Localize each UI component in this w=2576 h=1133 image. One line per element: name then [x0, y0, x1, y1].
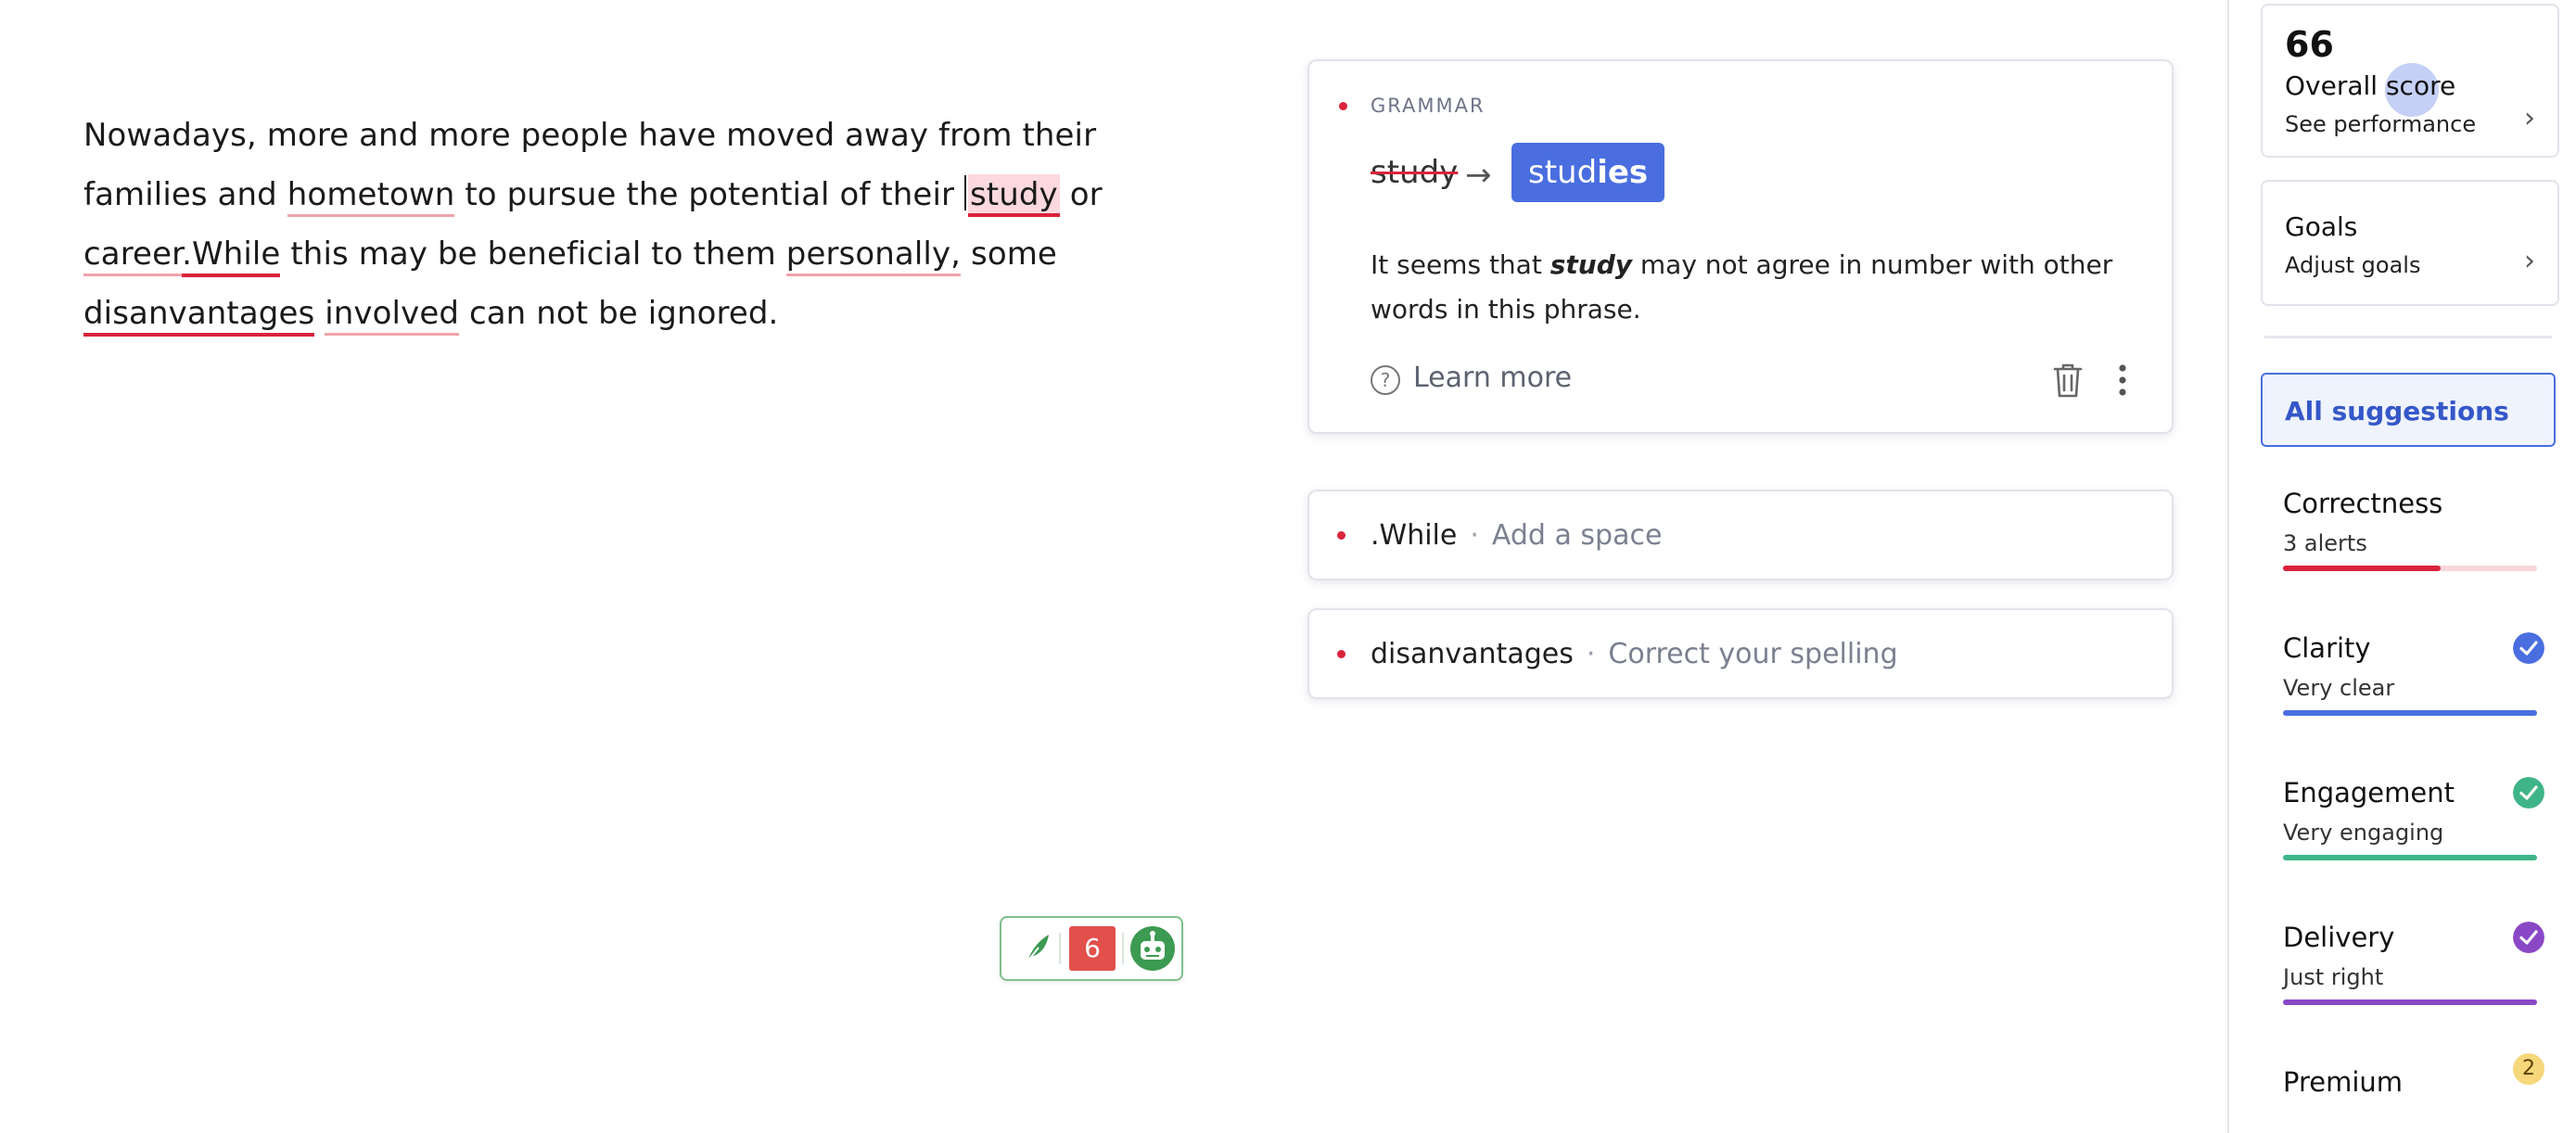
- feather-icon[interactable]: [1022, 931, 1053, 964]
- overall-score-card[interactable]: 66 Overall score See performance ›: [2261, 4, 2559, 158]
- flagged-word[interactable]: study: [967, 174, 1060, 217]
- explanation-term: study: [1549, 249, 1632, 280]
- category-status: 3 alerts: [2283, 530, 2367, 556]
- text-run: or: [1059, 176, 1103, 213]
- category-title: Premium: [2283, 1066, 2404, 1098]
- alert-separator: ·: [1586, 638, 1596, 670]
- category-progress-fill: [2283, 566, 2441, 571]
- alert-card-while[interactable]: .While · Add a space: [1307, 490, 2174, 580]
- overall-score-title: Overall score: [2285, 70, 2456, 101]
- flagged-word[interactable]: disanvantages: [83, 295, 315, 337]
- suggestion-explanation: It seems that study may not agree in num…: [1371, 243, 2149, 332]
- flagged-word[interactable]: hometown: [287, 176, 455, 217]
- alert-dot: [1337, 531, 1345, 540]
- replacement-change: ies: [1597, 154, 1649, 191]
- suggestion-category: GRAMMAR: [1371, 95, 1486, 117]
- assistant-bot-icon[interactable]: [1129, 925, 1176, 972]
- category-status: Very clear: [2283, 675, 2395, 701]
- text-run: this may be beneficial to them: [280, 236, 786, 273]
- assistant-sidebar: 66 Overall score See performance › Goals…: [2227, 0, 2576, 1133]
- trash-icon[interactable]: [2051, 362, 2085, 399]
- goals-card[interactable]: Goals Adjust goals ›: [2261, 180, 2559, 306]
- alert-count-badge[interactable]: 6: [1069, 926, 1116, 971]
- text-run: some: [961, 236, 1057, 273]
- flagged-word[interactable]: career: [83, 236, 183, 276]
- text-run: to pursue the potential of their: [454, 176, 964, 213]
- grammarly-widget[interactable]: 6: [1000, 916, 1183, 981]
- more-vertical-icon[interactable]: [2118, 363, 2127, 397]
- sidebar-divider: [2264, 336, 2552, 338]
- alert-separator: ·: [1470, 519, 1479, 552]
- goals-title: Goals: [2285, 211, 2358, 242]
- all-suggestions-button[interactable]: All suggestions: [2261, 373, 2556, 447]
- alert-word: disanvantages: [1371, 638, 1574, 670]
- check-circle-icon: [2513, 777, 2544, 808]
- alert-dot: [1339, 102, 1347, 110]
- category-title: Clarity: [2283, 632, 2371, 664]
- alert-card-disanvantages[interactable]: disanvantages · Correct your spelling: [1307, 608, 2174, 699]
- flagged-word[interactable]: personally,: [785, 236, 962, 276]
- editor-text[interactable]: Nowadays, more and more people have move…: [83, 106, 1187, 343]
- widget-divider: [1122, 933, 1124, 964]
- category-title: Engagement: [2283, 777, 2455, 808]
- learn-more-link[interactable]: Learn more: [1413, 362, 1572, 394]
- replacement-base: stud: [1528, 154, 1598, 191]
- text-run: [314, 295, 325, 332]
- category-progress-bar: [2283, 855, 2537, 860]
- category-status: Just right: [2283, 964, 2384, 990]
- chevron-right-icon: ›: [2524, 245, 2535, 277]
- alert-word: .While: [1371, 519, 1458, 552]
- alert-description: Add a space: [1491, 519, 1663, 552]
- explanation-text-1: It seems that: [1371, 249, 1550, 280]
- accept-replacement-button[interactable]: studies: [1511, 143, 1665, 202]
- flagged-word[interactable]: .While: [182, 236, 281, 277]
- text-run: can not be ignored.: [459, 295, 779, 332]
- see-performance-link[interactable]: See performance: [2285, 111, 2476, 137]
- category-progress-bar: [2283, 710, 2537, 716]
- category-title: Correctness: [2283, 488, 2443, 519]
- original-word: study: [1371, 154, 1459, 191]
- arrow-right-icon: →: [1465, 157, 1492, 194]
- flagged-word[interactable]: involved: [325, 295, 460, 336]
- adjust-goals-link[interactable]: Adjust goals: [2285, 252, 2420, 278]
- category-progress-bar: [2283, 566, 2537, 571]
- check-circle-icon: [2513, 632, 2544, 664]
- premium-count-badge: 2: [2513, 1053, 2544, 1085]
- alert-description: Correct your spelling: [1608, 638, 1898, 670]
- alert-summary: disanvantages · Correct your spelling: [1371, 638, 1898, 670]
- widget-divider: [1059, 933, 1061, 964]
- category-status: Very engaging: [2283, 820, 2444, 846]
- text-cursor: [963, 175, 966, 210]
- alert-dot: [1337, 650, 1345, 658]
- help-circle-icon[interactable]: ?: [1371, 365, 1400, 395]
- category-progress-bar: [2283, 999, 2537, 1005]
- alert-summary: .While · Add a space: [1371, 519, 1662, 552]
- chevron-right-icon: ›: [2524, 102, 2535, 134]
- grammar-suggestion-card[interactable]: GRAMMAR study → studies It seems that st…: [1307, 59, 2174, 434]
- category-title: Delivery: [2283, 922, 2395, 953]
- check-circle-icon: [2513, 922, 2544, 953]
- overall-score-value: 66: [2285, 24, 2334, 65]
